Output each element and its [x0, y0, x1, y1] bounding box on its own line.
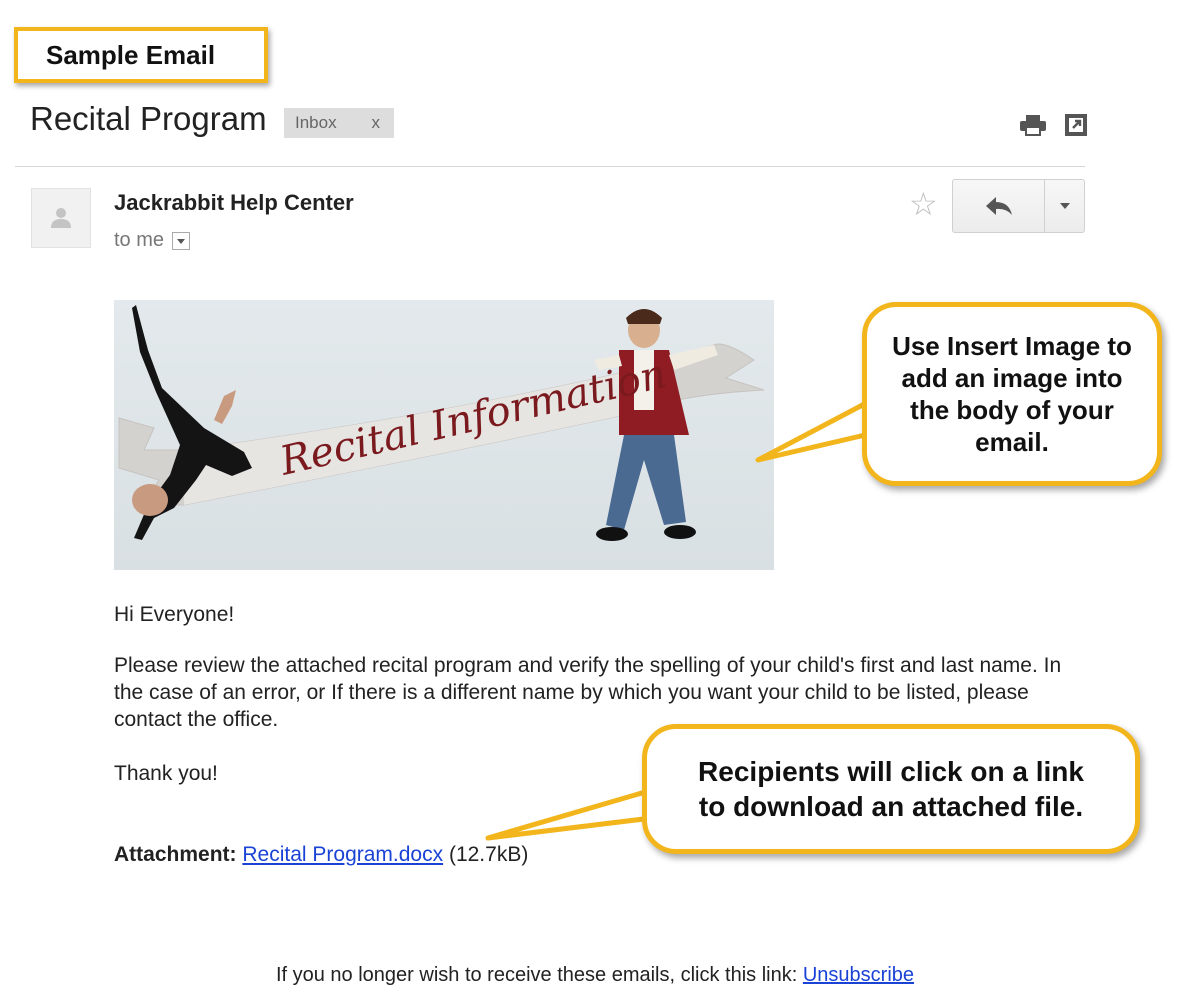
body-paragraph: Please review the attached recital progr… [114, 654, 1062, 731]
greeting-text: Hi Everyone! [114, 603, 235, 626]
reply-button-group [952, 179, 1085, 233]
caret-down-icon [177, 238, 186, 244]
sample-email-label: Sample Email [14, 27, 268, 83]
inbox-tag[interactable]: Inbox x [284, 108, 394, 138]
recital-banner-image: Recital Information [114, 300, 774, 570]
more-actions-button[interactable] [1045, 180, 1084, 232]
printer-icon[interactable] [1019, 114, 1047, 136]
star-icon[interactable]: ☆ [909, 188, 938, 220]
recipient-label: to me [114, 229, 165, 251]
attachment-line: Attachment: Recital Program.docx (12.7kB… [114, 841, 528, 868]
attachment-callout: Recipients will click on a link to downl… [642, 724, 1140, 854]
unsubscribe-link[interactable]: Unsubscribe [803, 964, 914, 986]
footer-text: If you no longer wish to receive these e… [275, 964, 798, 986]
popout-icon[interactable] [1064, 113, 1088, 137]
attachment-label: Attachment: [114, 843, 237, 866]
remove-tag-button[interactable]: x [372, 113, 381, 133]
attachment-callout-text: Recipients will click on a link to downl… [698, 756, 1084, 822]
attachment-size: (12.7kB) [448, 843, 529, 866]
sender-name: Jackrabbit Help Center [114, 190, 354, 215]
email-subject: Recital Program [30, 100, 267, 137]
caret-down-icon [1059, 203, 1070, 209]
recipient-line: to me [114, 229, 191, 252]
avatar [31, 188, 91, 248]
thanks-text: Thank you! [114, 762, 218, 785]
header-divider [15, 166, 1085, 167]
recipient-details-toggle[interactable] [172, 231, 191, 250]
inbox-tag-label: Inbox [295, 113, 337, 132]
attachment-link[interactable]: Recital Program.docx [242, 843, 443, 866]
reply-button[interactable] [953, 180, 1045, 232]
reply-icon [985, 197, 1012, 215]
callout-pointer-image [755, 397, 881, 463]
insert-image-callout: Use Insert Image to add an image into th… [862, 302, 1162, 486]
insert-image-callout-text: Use Insert Image to add an image into th… [892, 331, 1132, 457]
footer: If you no longer wish to receive these e… [0, 964, 1190, 987]
person-icon [51, 208, 71, 228]
callout-pointer-attachment [485, 787, 655, 841]
